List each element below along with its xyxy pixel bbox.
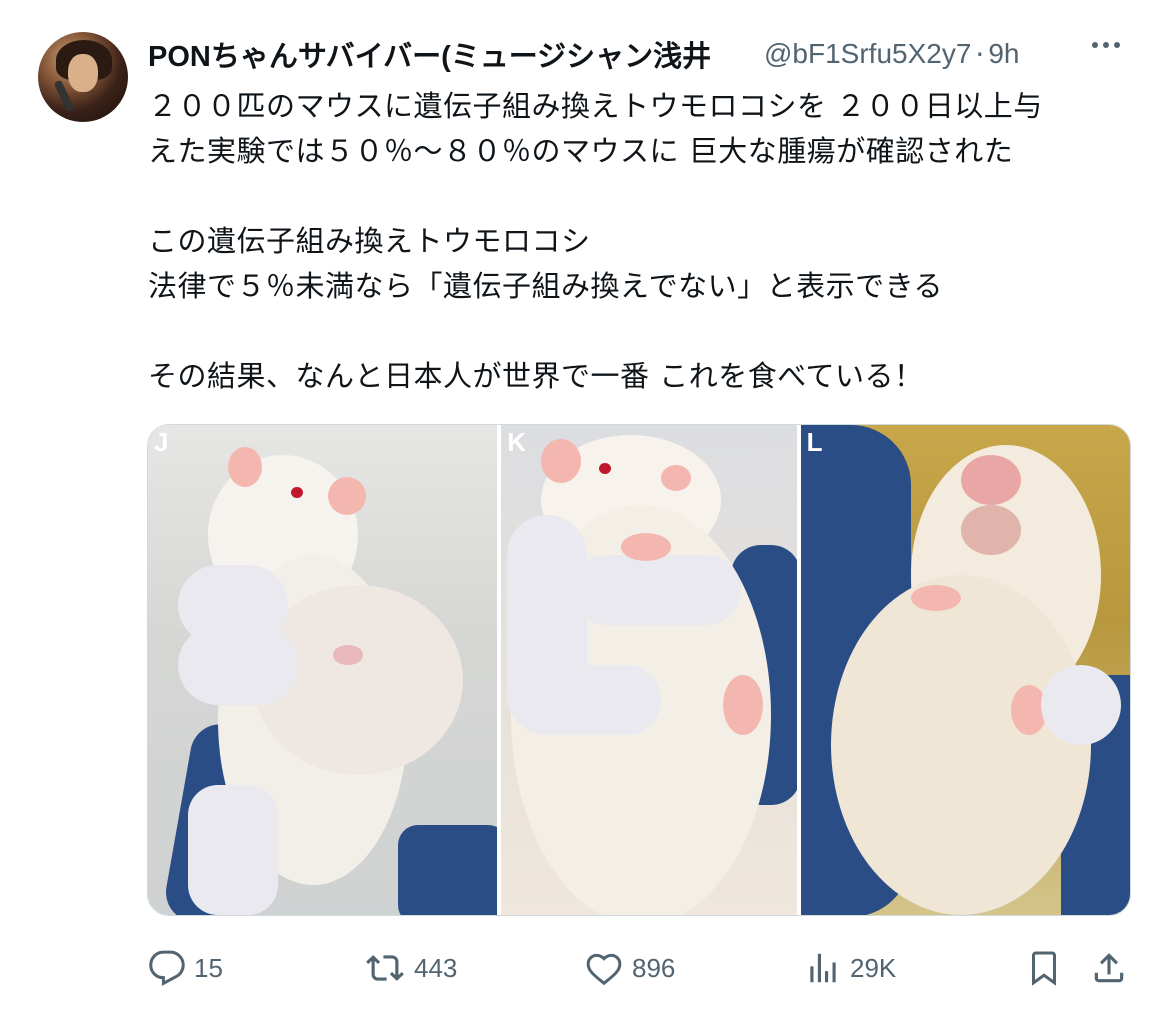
- share-button[interactable]: [1090, 944, 1128, 992]
- bookmark-button[interactable]: [1026, 944, 1062, 992]
- display-name[interactable]: PONちゃんサバイバー(ミュージシャン浅井: [148, 33, 756, 75]
- tweet-text: ２００匹のマウスに遺伝子組み換えトウモロコシを ２００日以上与 えた実験では５０…: [148, 84, 1138, 399]
- media-image-l[interactable]: L: [800, 425, 1130, 915]
- tweet-line: えた実験では５０％〜８０％のマウスに 巨大な腫瘍が確認された: [148, 134, 1014, 168]
- avatar-face: [68, 54, 98, 92]
- reply-button[interactable]: 15: [148, 944, 223, 992]
- reply-icon: [149, 950, 185, 986]
- tweet-line: その結果、なんと日本人が世界で一番 これを食べている！: [148, 359, 924, 393]
- avatar[interactable]: [38, 32, 128, 122]
- retweet-count: 443: [414, 952, 458, 983]
- panel-label: L: [806, 427, 823, 457]
- tweet-line: この遺伝子組み換えトウモロコシ: [148, 224, 591, 258]
- more-icon[interactable]: [1092, 42, 1120, 48]
- media-image-j[interactable]: J: [148, 425, 498, 915]
- retweet-icon: [366, 955, 404, 981]
- panel-label: J: [154, 427, 169, 457]
- like-icon: [586, 953, 622, 986]
- media-grid[interactable]: J K L: [147, 424, 1131, 916]
- tweet-line: 法律で５％未満なら「遺伝子組み換えでない」と表示できる: [148, 269, 944, 303]
- retweet-button[interactable]: 443: [364, 944, 457, 992]
- timestamp[interactable]: 9h: [988, 38, 1019, 70]
- like-button[interactable]: 896: [584, 944, 675, 992]
- panel-label: K: [507, 427, 527, 457]
- separator: ·: [975, 37, 985, 71]
- tweet[interactable]: PONちゃんサバイバー(ミュージシャン浅井 @bF1Srfu5X2y7 · 9h…: [0, 0, 1170, 1020]
- tweet-header: PONちゃんサバイバー(ミュージシャン浅井 @bF1Srfu5X2y7 · 9h: [148, 34, 1138, 74]
- views-button[interactable]: 29K: [804, 944, 896, 992]
- bookmark-icon: [1032, 951, 1056, 986]
- like-count: 896: [632, 952, 676, 983]
- view-count: 29K: [850, 952, 897, 983]
- reply-count: 15: [194, 952, 223, 983]
- views-icon: [810, 953, 836, 983]
- user-handle[interactable]: @bF1Srfu5X2y7: [764, 38, 971, 70]
- share-icon: [1094, 953, 1124, 983]
- tweet-line: ２００匹のマウスに遺伝子組み換えトウモロコシを ２００日以上与: [148, 89, 1043, 123]
- media-image-k[interactable]: K: [501, 425, 797, 915]
- action-bar: 15 443 896 29K: [148, 944, 1133, 992]
